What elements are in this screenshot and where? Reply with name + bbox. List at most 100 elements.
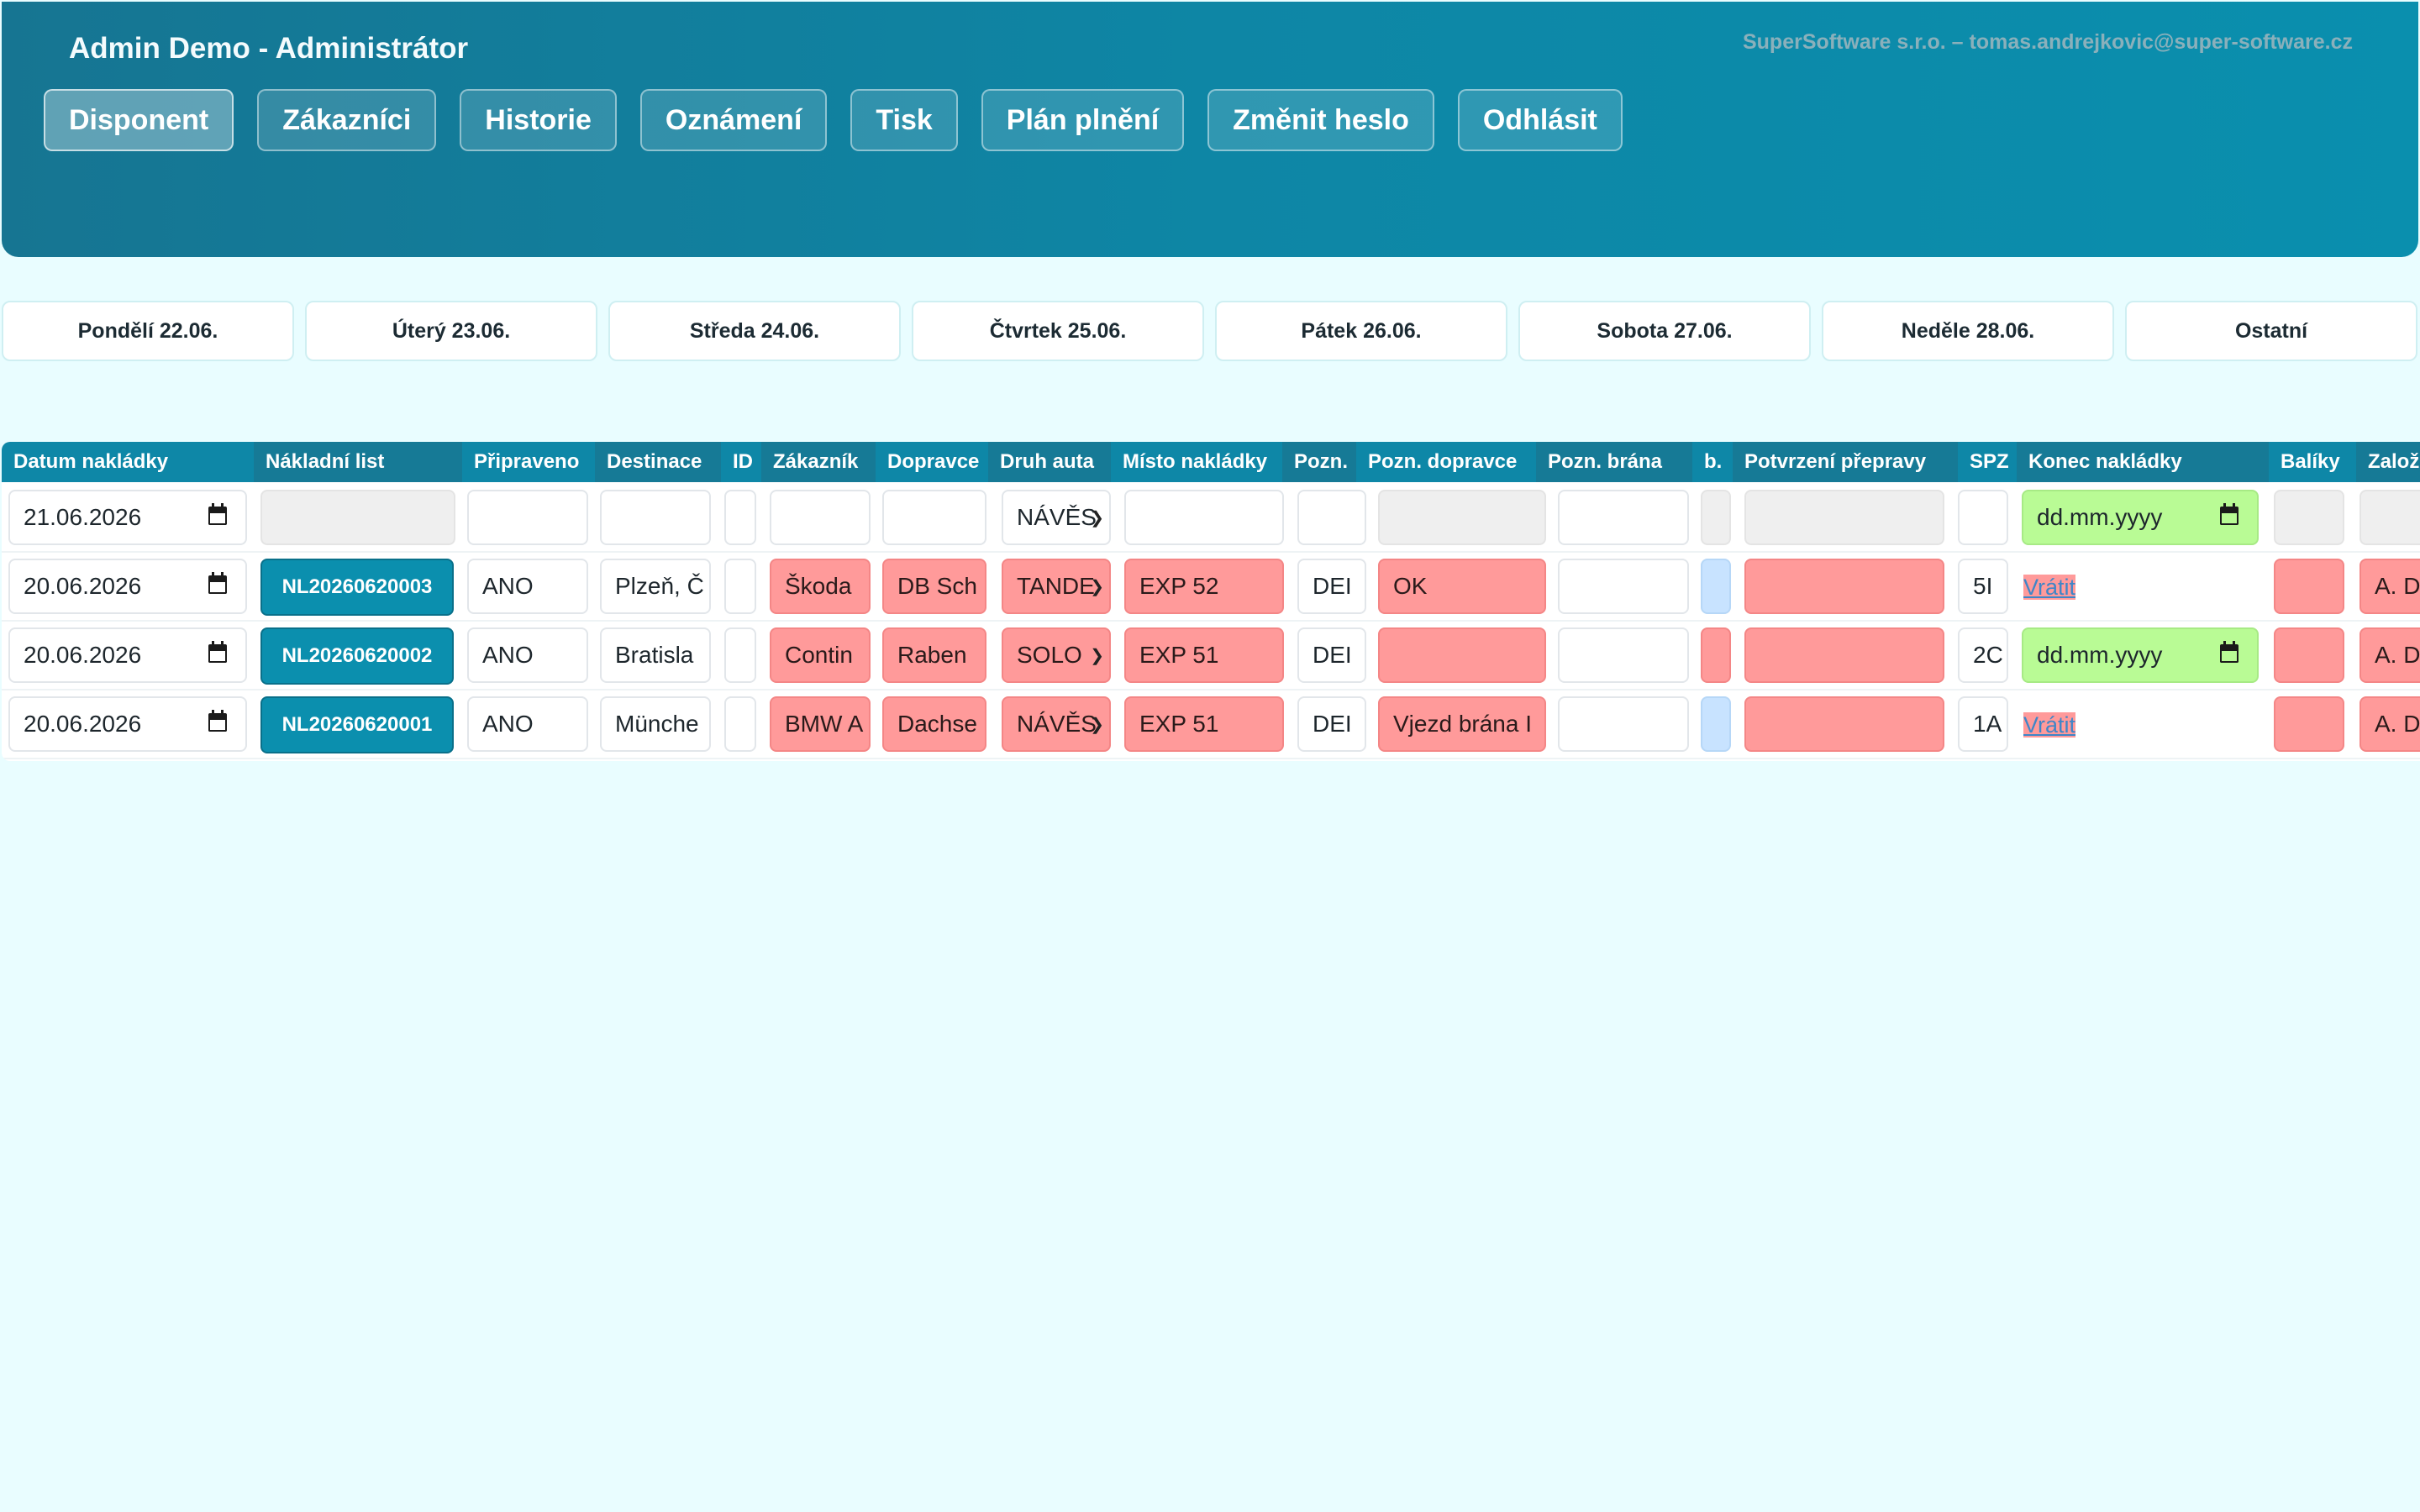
filter-nl-input[interactable] (260, 490, 455, 545)
row-ready-field[interactable]: ANO (467, 696, 588, 752)
row-ready-field[interactable]: ANO (467, 559, 588, 614)
col-header-destinace[interactable]: Destinace (595, 442, 721, 482)
row-vehicle-select[interactable]: SOLO ❯ (1002, 627, 1111, 683)
nav-tisk-button[interactable]: Tisk (850, 89, 958, 151)
row-id-field[interactable] (724, 696, 756, 752)
nav-odhlasit-button[interactable]: Odhlásit (1457, 89, 1623, 151)
nl-button[interactable]: NL20260620002 (260, 627, 454, 685)
row-b-field[interactable] (1701, 627, 1731, 683)
row-founder-field[interactable]: A. D (2360, 627, 2420, 683)
row-spz-field[interactable]: 2C (1958, 627, 2008, 683)
row-b-field[interactable] (1701, 559, 1731, 614)
nav-zmenit-heslo-button[interactable]: Změnit heslo (1207, 89, 1434, 151)
row-note-field[interactable]: DEI (1297, 627, 1366, 683)
col-header-potvrzeni-prepravy[interactable]: Potvrzení přepravy (1733, 442, 1958, 482)
row-founder-field[interactable]: A. D (2360, 559, 2420, 614)
row-ready-field[interactable]: ANO (467, 627, 588, 683)
row-id-field[interactable] (724, 627, 756, 683)
row-end-date-input[interactable]: dd.mm.yyyy (2022, 627, 2259, 683)
row-packages-field[interactable] (2274, 559, 2344, 614)
row-carrier-field[interactable]: Raben (882, 627, 986, 683)
row-customer-field[interactable]: Škoda (770, 559, 871, 614)
row-gate-note-field[interactable] (1558, 696, 1689, 752)
row-place-field[interactable]: EXP 52 (1124, 559, 1284, 614)
nav-historie-button[interactable]: Historie (460, 89, 617, 151)
col-header-konec-nakladky[interactable]: Konec nakládky (2017, 442, 2269, 482)
filter-destination-input[interactable] (600, 490, 711, 545)
day-tab-wednesday[interactable]: Středa 24.06. (608, 301, 901, 361)
row-carrier-note-field[interactable]: Vjezd brána I (1378, 696, 1546, 752)
nav-disponent-button[interactable]: Disponent (44, 89, 234, 151)
calendar-icon[interactable] (208, 572, 227, 594)
row-date-input[interactable]: 20.06.2026 (8, 696, 247, 752)
return-link[interactable]: Vrátit (2023, 575, 2076, 600)
nav-oznameni-button[interactable]: Oznámení (639, 89, 828, 151)
filter-spz-input[interactable] (1958, 490, 2008, 545)
col-header-zakaznik[interactable]: Zákazník (761, 442, 876, 482)
row-spz-field[interactable]: 5I (1958, 559, 2008, 614)
row-confirm-field[interactable] (1744, 627, 1944, 683)
row-spz-field[interactable]: 1A (1958, 696, 2008, 752)
calendar-icon[interactable] (2220, 641, 2238, 663)
nav-plan-plneni-button[interactable]: Plán plnění (981, 89, 1185, 151)
col-header-b[interactable]: b. (1692, 442, 1733, 482)
row-gate-note-field[interactable] (1558, 627, 1689, 683)
row-place-field[interactable]: EXP 51 (1124, 696, 1284, 752)
day-tab-other[interactable]: Ostatní (2125, 301, 2417, 361)
row-vehicle-select[interactable]: TANDE ❯ (1002, 559, 1111, 614)
col-header-druh-auta[interactable]: Druh auta (988, 442, 1111, 482)
filter-gate-note-input[interactable] (1558, 490, 1689, 545)
filter-b-input[interactable] (1701, 490, 1731, 545)
row-vehicle-select[interactable]: NÁVĚS ❯ (1002, 696, 1111, 752)
day-tab-sunday[interactable]: Neděle 28.06. (1822, 301, 2114, 361)
filter-end-date-input[interactable]: dd.mm.yyyy (2022, 490, 2259, 545)
filter-confirm-input[interactable] (1744, 490, 1944, 545)
row-customer-field[interactable]: BMW A (770, 696, 871, 752)
col-header-id[interactable]: ID (721, 442, 761, 482)
filter-founder-input[interactable] (2360, 490, 2420, 545)
col-header-dopravce[interactable]: Dopravce (876, 442, 988, 482)
row-confirm-field[interactable] (1744, 696, 1944, 752)
row-customer-field[interactable]: Contin (770, 627, 871, 683)
filter-carrier-input[interactable] (882, 490, 986, 545)
nav-zakaznici-button[interactable]: Zákazníci (257, 89, 437, 151)
filter-customer-input[interactable] (770, 490, 871, 545)
filter-carrier-note-input[interactable] (1378, 490, 1546, 545)
row-b-field[interactable] (1701, 696, 1731, 752)
row-destination-field[interactable]: Plzeň, Č (600, 559, 711, 614)
row-date-input[interactable]: 20.06.2026 (8, 559, 247, 614)
row-date-input[interactable]: 20.06.2026 (8, 627, 247, 683)
col-header-spz[interactable]: SPZ (1958, 442, 2017, 482)
col-header-pozn[interactable]: Pozn. (1282, 442, 1356, 482)
filter-ready-input[interactable] (467, 490, 588, 545)
row-id-field[interactable] (724, 559, 756, 614)
nl-button[interactable]: NL20260620001 (260, 696, 454, 753)
row-destination-field[interactable]: Bratisla (600, 627, 711, 683)
row-carrier-note-field[interactable]: OK (1378, 559, 1546, 614)
filter-place-input[interactable] (1124, 490, 1284, 545)
col-header-datum-nakladky[interactable]: Datum nakládky (2, 442, 254, 482)
row-place-field[interactable]: EXP 51 (1124, 627, 1284, 683)
filter-date-input[interactable]: 21.06.2026 (8, 490, 247, 545)
col-header-baliky[interactable]: Balíky (2269, 442, 2356, 482)
row-confirm-field[interactable] (1744, 559, 1944, 614)
calendar-icon[interactable] (208, 503, 227, 525)
row-carrier-note-field[interactable] (1378, 627, 1546, 683)
row-carrier-field[interactable]: Dachse (882, 696, 986, 752)
col-header-pozn-brana[interactable]: Pozn. brána (1536, 442, 1692, 482)
col-header-pozn-dopravce[interactable]: Pozn. dopravce (1356, 442, 1536, 482)
calendar-icon[interactable] (208, 641, 227, 663)
row-packages-field[interactable] (2274, 696, 2344, 752)
row-note-field[interactable]: DEI (1297, 559, 1366, 614)
day-tab-thursday[interactable]: Čtvrtek 25.06. (912, 301, 1204, 361)
row-gate-note-field[interactable] (1558, 559, 1689, 614)
filter-note-input[interactable] (1297, 490, 1366, 545)
day-tab-saturday[interactable]: Sobota 27.06. (1518, 301, 1811, 361)
col-header-nakladni-list[interactable]: Nákladní list (254, 442, 462, 482)
calendar-icon[interactable] (2220, 503, 2238, 525)
col-header-zaloz[interactable]: Založ (2356, 442, 2420, 482)
row-packages-field[interactable] (2274, 627, 2344, 683)
row-founder-field[interactable]: A. D (2360, 696, 2420, 752)
day-tab-friday[interactable]: Pátek 26.06. (1215, 301, 1507, 361)
col-header-misto-nakladky[interactable]: Místo nakládky (1111, 442, 1282, 482)
